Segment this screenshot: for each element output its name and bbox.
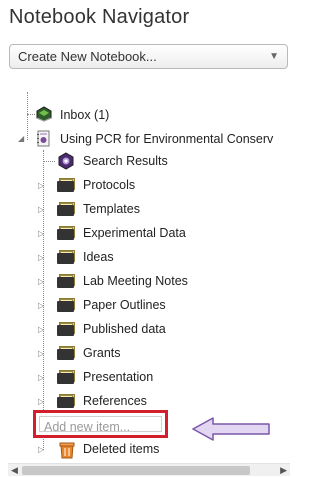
add-new-item-placeholder: Add new item... [44,420,131,434]
tree-item-published-data[interactable]: ▷ Published data [0,318,290,340]
scroll-left-icon[interactable]: ◀ [11,465,18,476]
page-title: Notebook Navigator [9,6,190,28]
tree-item-label: Ideas [83,250,114,264]
tree-item-search-results[interactable]: Search Results [0,150,290,172]
notebook-icon [37,130,50,147]
expand-triangle-icon[interactable]: ▷ [38,253,44,262]
tree-item-label: Templates [83,202,140,216]
folder-icon [57,370,76,384]
tree-item-label: Using PCR for Environmental Conserv [60,132,274,146]
folder-icon [57,346,76,360]
tree-item-label: Presentation [83,370,154,384]
trash-icon [59,442,75,459]
expand-triangle-icon[interactable]: ▷ [38,277,44,286]
tree-item-label: Published data [83,322,166,336]
expand-triangle-icon[interactable]: ▷ [38,397,44,406]
expand-triangle-icon[interactable]: ▷ [38,349,44,358]
folder-icon [57,178,76,192]
tree-item-experimental-data[interactable]: ▷ Experimental Data [0,222,290,244]
tree-item-grants[interactable]: ▷ Grants [0,342,290,364]
scrollbar-thumb[interactable] [22,466,250,475]
tree-item-notebook[interactable]: ◢ Using PCR for Environmental Conserv [0,128,290,150]
tree-item-references[interactable]: ▷ References [0,390,290,412]
expand-triangle-icon[interactable]: ▷ [38,181,44,190]
tree-item-label: Protocols [83,178,136,192]
tree-item-label: Experimental Data [83,226,186,240]
search-results-icon [58,152,74,170]
folder-icon [57,250,76,264]
tree-item-label: Grants [83,346,121,360]
chevron-down-icon[interactable]: ▼ [269,51,279,62]
tree-item-label: Inbox (1) [60,108,110,122]
callout-arrow-icon [192,417,270,441]
tree-item-label: Lab Meeting Notes [83,274,188,288]
expand-triangle-icon[interactable]: ▷ [38,373,44,382]
tree-item-label: Search Results [83,154,168,168]
tree-item-ideas[interactable]: ▷ Ideas [0,246,290,268]
folder-icon [57,394,76,408]
folder-icon [57,226,76,240]
tree-item-label: Deleted items [83,442,160,456]
tree-guide-branch [43,161,55,162]
tree-item-lab-meeting-notes[interactable]: ▷ Lab Meeting Notes [0,270,290,292]
folder-icon [57,274,76,288]
horizontal-scrollbar[interactable]: ◀ ▶ [8,463,290,476]
collapse-triangle-icon[interactable]: ◢ [18,134,24,143]
tree-item-protocols[interactable]: ▷ Protocols [0,174,290,196]
scroll-right-icon[interactable]: ▶ [280,465,287,476]
folder-icon [57,322,76,336]
create-notebook-dropdown[interactable]: Create New Notebook... ▼ [9,44,288,69]
dropdown-selected-value: Create New Notebook... [18,49,157,64]
folder-icon [57,298,76,312]
tree-item-inbox[interactable]: Inbox (1) [0,104,290,126]
tree-item-presentation[interactable]: ▷ Presentation [0,366,290,388]
tree-item-paper-outlines[interactable]: ▷ Paper Outlines [0,294,290,316]
tree-item-label: Paper Outlines [83,298,166,312]
tree-item-templates[interactable]: ▷ Templates [0,198,290,220]
add-new-item-highlight: Add new item... [33,410,168,438]
expand-triangle-icon[interactable]: ▷ [38,301,44,310]
expand-triangle-icon[interactable]: ▷ [38,205,44,214]
tree-item-label: References [83,394,147,408]
expand-triangle-icon[interactable]: ▷ [38,325,44,334]
add-new-item-input[interactable]: Add new item... [39,416,162,434]
expand-triangle-icon[interactable]: ▷ [38,229,44,238]
inbox-tray-icon [36,106,52,122]
expand-triangle-icon[interactable]: ▷ [38,445,44,454]
folder-icon [57,202,76,216]
